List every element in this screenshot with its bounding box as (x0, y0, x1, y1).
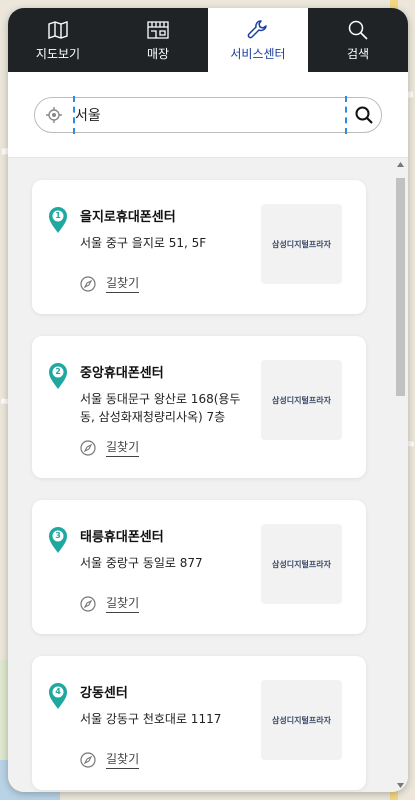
directions-button[interactable]: 길찾기 (80, 274, 140, 293)
scrollbar-thumb[interactable] (396, 178, 405, 396)
current-location-button[interactable] (35, 98, 73, 132)
list-item[interactable]: 2 중앙휴대폰센터 서울 동대문구 왕산로 168(용두동, 삼성화재청량리사옥… (32, 336, 366, 478)
tab-label: 검색 (346, 46, 370, 61)
directions-label: 길찾기 (106, 274, 140, 293)
search-area (8, 72, 408, 158)
results-list: 1 을지로휴대폰센터 서울 중구 을지로 51, 5F 삼성디지털프라자 길찾기… (8, 158, 408, 790)
scrollbar[interactable] (394, 158, 406, 792)
center-name: 을지로휴대폰센터 (80, 210, 176, 225)
directions-button[interactable]: 길찾기 (80, 750, 140, 769)
tab-map-view[interactable]: 지도보기 (8, 8, 108, 72)
list-item[interactable]: 3 태릉휴대폰센터 서울 중랑구 동일로 877 삼성디지털프라자 길찾기 (32, 500, 366, 634)
search-input[interactable] (73, 106, 347, 123)
pin-number: 1 (55, 211, 61, 220)
center-address: 서울 중랑구 동일로 877 (80, 556, 203, 570)
search-box (34, 95, 382, 134)
scroll-up-arrow-icon[interactable] (397, 162, 404, 167)
center-address: 서울 동대문구 왕산로 168(용두동, 삼성화재청량리사옥) 7층 (80, 392, 241, 424)
results-list-area[interactable]: 1 을지로휴대폰센터 서울 중구 을지로 51, 5F 삼성디지털프라자 길찾기… (8, 158, 408, 792)
wrench-icon (247, 19, 269, 41)
directions-label: 길찾기 (106, 438, 140, 457)
compass-icon (80, 751, 96, 768)
directions-button[interactable]: 길찾기 (80, 594, 140, 613)
directions-label: 길찾기 (106, 750, 140, 769)
focus-marker-right (345, 95, 347, 134)
center-address: 서울 강동구 천호대로 1117 (80, 712, 222, 726)
service-center-panel: 지도보기 매장 서비스센터 검색 서울 1 을지로휴대폰센터 서울 중구 을지로… (8, 8, 408, 792)
pin-number: 2 (55, 367, 61, 376)
tab-label: 서비스센터 (230, 46, 286, 61)
center-address: 서울 중구 을지로 51, 5F (80, 236, 207, 250)
tab-service-center[interactable]: 서비스센터 (208, 8, 308, 72)
directions-button[interactable]: 길찾기 (80, 438, 140, 457)
compass-icon (80, 439, 96, 456)
tab-label: 지도보기 (35, 46, 81, 61)
search-icon (348, 19, 368, 41)
tab-bar: 지도보기 매장 서비스센터 검색 (8, 8, 408, 72)
thumbnail: 삼성디지털프라자 (261, 204, 342, 284)
center-name: 중앙휴대폰센터 (80, 366, 164, 381)
search-button[interactable] (347, 98, 381, 132)
center-name: 태릉휴대폰센터 (80, 530, 164, 545)
scroll-down-arrow-icon[interactable] (397, 783, 404, 788)
tab-store[interactable]: 매장 (108, 8, 208, 72)
thumbnail: 삼성디지털프라자 (261, 524, 342, 604)
store-icon (147, 19, 169, 41)
pin-number: 3 (55, 531, 61, 540)
tab-search[interactable]: 검색 (308, 8, 408, 72)
list-item[interactable]: 4 강동센터 서울 강동구 천호대로 1117 삼성디지털프라자 길찾기 (32, 656, 366, 790)
thumbnail: 삼성디지털프라자 (261, 680, 342, 760)
compass-icon (80, 275, 96, 292)
search-icon (355, 106, 373, 124)
list-item[interactable]: 1 을지로휴대폰센터 서울 중구 을지로 51, 5F 삼성디지털프라자 길찾기 (32, 180, 366, 314)
pin-number: 4 (55, 687, 61, 696)
thumbnail: 삼성디지털프라자 (261, 360, 342, 440)
focus-marker-left (73, 95, 75, 134)
map-icon (48, 19, 68, 41)
center-name: 강동센터 (80, 686, 128, 701)
directions-label: 길찾기 (106, 594, 140, 613)
tab-label: 매장 (146, 46, 170, 61)
crosshair-icon (46, 106, 62, 123)
compass-icon (80, 595, 96, 612)
